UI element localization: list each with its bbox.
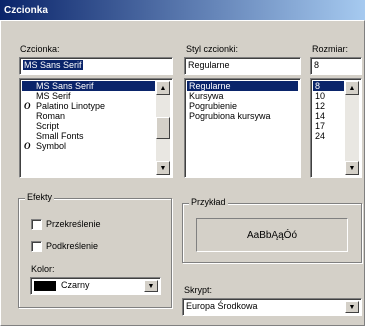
list-item[interactable]: O Palatino Linotype xyxy=(22,101,155,111)
size-value: 8 xyxy=(314,60,320,70)
size-input[interactable]: 8 xyxy=(310,57,362,75)
list-item-label: 24 xyxy=(315,131,326,141)
dropdown-arrow-icon[interactable]: ▼ xyxy=(144,280,158,292)
color-value: Czarny xyxy=(61,280,90,290)
list-item[interactable]: 17 xyxy=(313,121,344,131)
list-item-label: 17 xyxy=(315,121,326,131)
list-item-label: Pogrubiona kursywa xyxy=(189,111,271,121)
opentype-icon: O xyxy=(24,141,31,151)
effects-title: Efekty xyxy=(25,192,55,202)
size-label: Rozmiar: xyxy=(312,44,349,54)
script-select[interactable]: Europa Środkowa ▼ xyxy=(182,298,362,316)
list-item-label: Symbol xyxy=(36,141,67,151)
style-input[interactable]: Regularne xyxy=(184,57,301,75)
font-list-items: MS Sans Serif MS Serif O Palatino Linotype R… xyxy=(22,81,155,151)
opentype-icon: O xyxy=(24,101,31,111)
strikeout-label[interactable]: Przekreślenie xyxy=(46,219,101,229)
list-item-label: MS Sans Serif xyxy=(36,81,94,91)
list-item-label: Roman xyxy=(36,111,66,121)
list-item[interactable]: Script xyxy=(22,121,155,131)
list-item[interactable]: 10 xyxy=(313,91,344,101)
scroll-thumb[interactable] xyxy=(156,117,170,139)
list-item-label: 12 xyxy=(315,101,326,111)
list-item-label: Regularne xyxy=(189,81,231,91)
list-item-label: Small Fonts xyxy=(36,131,84,141)
style-label: Styl czcionki: xyxy=(186,44,239,54)
dropdown-arrow-icon[interactable]: ▼ xyxy=(345,301,359,313)
font-list[interactable]: MS Sans Serif MS Serif O Palatino Linotype R… xyxy=(19,78,173,178)
scroll-down-arrow-icon[interactable]: ▼ xyxy=(156,161,170,175)
size-list-scrollbar[interactable]: ▲ ▼ xyxy=(345,81,359,175)
scroll-down-arrow-icon[interactable]: ▼ xyxy=(345,161,359,175)
color-select[interactable]: Czarny ▼ xyxy=(30,277,161,295)
list-item-label: 10 xyxy=(315,91,326,101)
dialog-title: Czcionka xyxy=(4,4,48,16)
script-label: Skrypt: xyxy=(184,285,213,295)
script-value: Europa Środkowa xyxy=(186,301,258,311)
list-item[interactable]: Kursywa xyxy=(187,91,298,101)
title-bar[interactable]: Czcionka xyxy=(0,0,365,20)
style-list-items: Regularne Kursywa Pogrubienie Pogrubiona ku… xyxy=(187,81,298,121)
list-item[interactable]: MS Sans Serif xyxy=(22,81,155,91)
list-item[interactable]: O Symbol xyxy=(22,141,155,151)
list-item-label: Kursywa xyxy=(189,91,224,101)
list-item[interactable]: Pogrubiona kursywa xyxy=(187,111,298,121)
size-list[interactable]: 8 10 12 14 17 24 ▲ ▼ xyxy=(310,78,362,178)
list-item-label: Palatino Linotype xyxy=(36,101,106,111)
font-label: Czcionka: xyxy=(20,44,60,54)
size-list-items: 8 10 12 14 17 24 xyxy=(313,81,344,141)
list-item[interactable]: Pogrubienie xyxy=(187,101,298,111)
list-item-label: Pogrubienie xyxy=(189,101,238,111)
underline-checkbox[interactable] xyxy=(31,241,42,252)
list-item-label: MS Serif xyxy=(36,91,71,101)
style-value: Regularne xyxy=(188,60,230,70)
list-item[interactable]: Roman xyxy=(22,111,155,121)
list-item-label: 8 xyxy=(315,81,321,91)
list-item[interactable]: 14 xyxy=(313,111,344,121)
list-item[interactable]: Small Fonts xyxy=(22,131,155,141)
sample-text: AaBbĄąÓó xyxy=(246,229,298,241)
list-item[interactable]: Regularne xyxy=(187,81,298,91)
font-list-scrollbar[interactable]: ▲ ▼ xyxy=(156,81,170,175)
strikeout-checkbox[interactable] xyxy=(31,219,42,230)
underline-label[interactable]: Podkreślenie xyxy=(46,241,98,251)
font-name-value: MS Sans Serif xyxy=(23,60,83,70)
sample-title: Przykład xyxy=(189,197,228,207)
list-item[interactable]: 12 xyxy=(313,101,344,111)
color-swatch xyxy=(34,281,56,291)
color-label: Kolor: xyxy=(31,264,55,274)
sample-preview: AaBbĄąÓó xyxy=(196,218,348,252)
list-item[interactable]: 24 xyxy=(313,131,344,141)
list-item[interactable]: MS Serif xyxy=(22,91,155,101)
list-item-label: 14 xyxy=(315,111,326,121)
scroll-up-arrow-icon[interactable]: ▲ xyxy=(345,81,359,95)
style-list[interactable]: Regularne Kursywa Pogrubienie Pogrubiona ku… xyxy=(184,78,301,178)
font-name-input[interactable]: MS Sans Serif xyxy=(19,57,173,75)
list-item-label: Script xyxy=(36,121,60,131)
scroll-up-arrow-icon[interactable]: ▲ xyxy=(156,81,170,95)
list-item[interactable]: 8 xyxy=(313,81,344,91)
